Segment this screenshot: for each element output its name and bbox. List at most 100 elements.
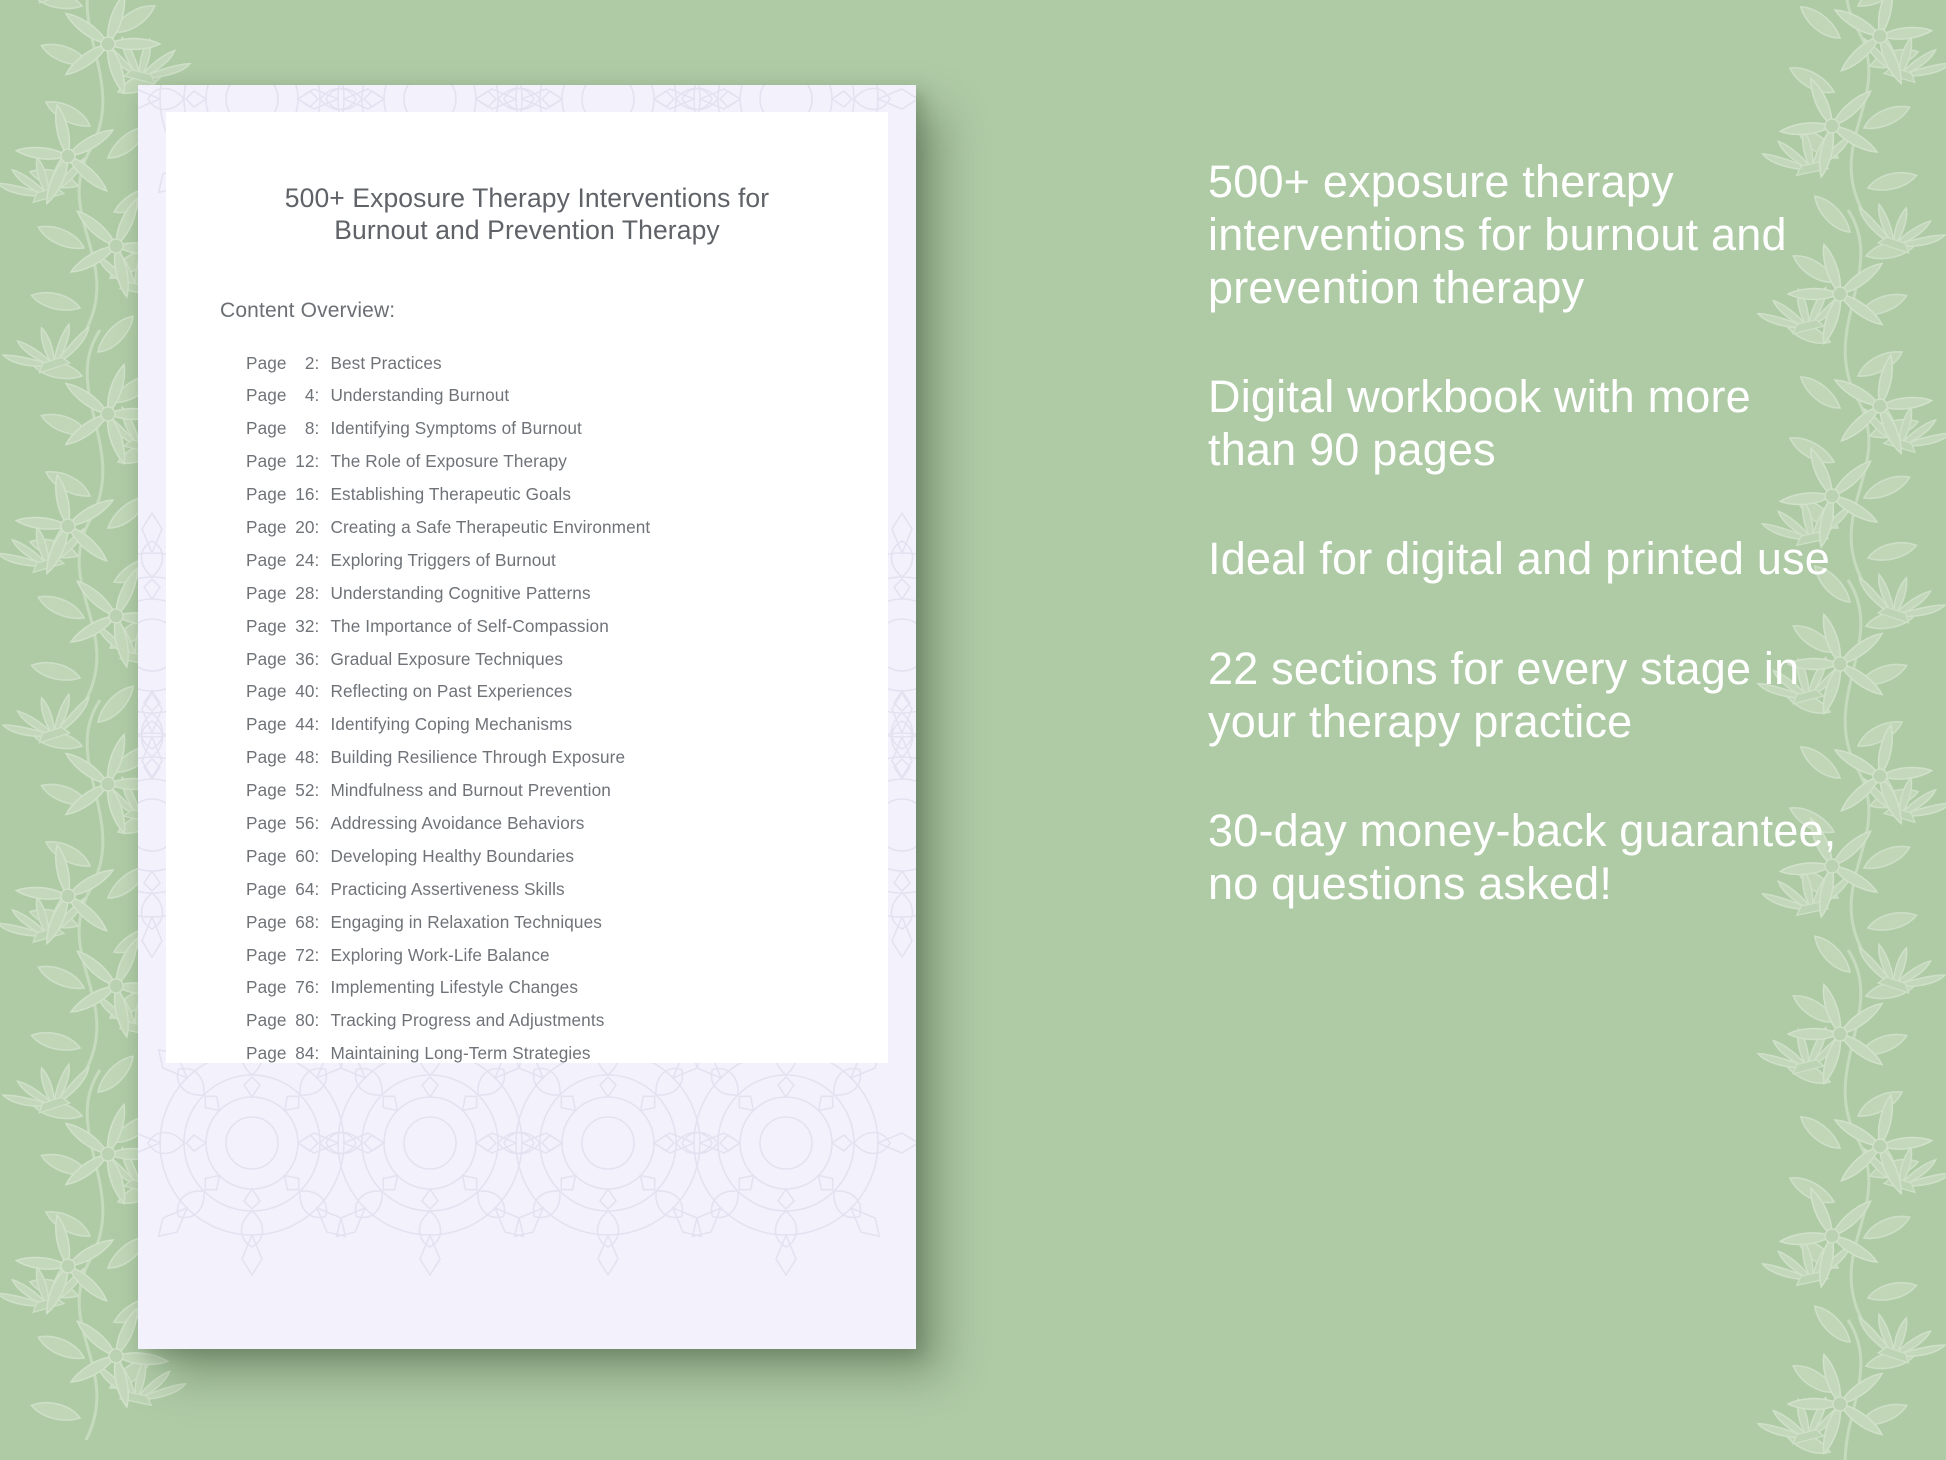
toc-entry: Page 36: Gradual Exposure Techniques [246,643,834,676]
toc-section-title: Identifying Symptoms of Burnout [330,418,582,439]
toc-separator: : [314,681,320,702]
toc-section-title: Understanding Cognitive Patterns [330,582,591,603]
toc-section-title: Addressing Avoidance Behaviors [330,812,585,833]
toc-separator: : [314,812,320,833]
toc-entry: Page 72: Exploring Work-Life Balance [246,939,834,972]
toc-page-number: 24 [295,549,315,570]
toc-page-word: Page [246,516,287,537]
toc-page-word: Page [246,977,287,998]
toc-section-title: Tracking Progress and Adjustments [330,1010,605,1031]
toc-page-number: 12 [295,451,315,472]
toc-page-number: 64 [295,878,315,899]
toc-page-number: 56 [295,812,315,833]
toc-page-word: Page [246,582,287,603]
toc-separator: : [314,747,320,768]
page-title-line-1: 500+ Exposure Therapy Interventions for [284,183,770,213]
toc-page-number: 52 [295,780,315,801]
toc-page-word: Page [246,681,287,702]
toc-entry: Page 24: Exploring Triggers of Burnout [246,544,834,577]
toc-page-number: 72 [295,944,315,965]
toc-separator: : [314,648,320,669]
promo-text-block: 500+ exposure therapy interventions for … [1208,156,1787,314]
toc-separator: : [314,352,320,373]
toc-page-number: 2 [304,352,315,373]
toc-separator: : [314,484,320,505]
toc-separator: : [314,878,320,899]
toc-entry: Page 28: Understanding Cognitive Patterns [246,577,834,610]
toc-page-word: Page [246,1043,287,1063]
toc-page-number: 48 [295,747,315,768]
toc-entry: Page 2: Best Practices [246,347,834,380]
toc-page-number: 16 [295,484,315,505]
toc-separator: : [314,385,320,406]
toc-page-word: Page [246,549,287,570]
promo-copy-list: 500+ exposure therapy interventions for … [1208,155,1848,910]
toc-page-word: Page [246,352,287,373]
page-title-line-2: Burnout and Prevention Therapy [334,215,720,246]
toc-entry: Page 16: Establishing Therapeutic Goals [246,478,834,511]
toc-section-title: The Importance of Self-Compassion [330,615,609,636]
toc-page-number: 84 [295,1043,315,1063]
toc-page-word: Page [246,615,287,636]
toc-page-number: 40 [295,681,315,702]
toc-entry: Page 56: Addressing Avoidance Behaviors [246,807,834,840]
toc-separator: : [314,1010,320,1031]
toc-page-word: Page [246,845,287,866]
toc-section-title: Exploring Triggers of Burnout [330,549,556,570]
toc-separator: : [314,780,320,801]
toc-section-title: Implementing Lifestyle Changes [330,977,579,998]
toc-section-title: Maintaining Long-Term Strategies [330,1043,591,1063]
toc-separator: : [314,977,320,998]
toc-section-title: Establishing Therapeutic Goals [330,484,572,505]
toc-section-title: The Role of Exposure Therapy [330,451,567,472]
toc-separator: : [314,582,320,603]
promo-text-block: Ideal for digital and printed use [1208,533,1831,585]
toc-separator: : [314,516,320,537]
toc-section-title: Best Practices [330,352,442,373]
toc-separator: : [314,845,320,866]
promo-text-block: 30-day money-back guarantee, no question… [1208,804,1837,909]
toc-section-title: Building Resilience Through Exposure [330,747,626,768]
toc-separator: : [314,911,320,932]
workbook-page: 500+ Exposure Therapy Interventions for … [166,112,888,1063]
toc-entry: Page 4: Understanding Burnout [246,380,834,413]
toc-page-word: Page [246,944,287,965]
table-of-contents: Page 2: Best Practices Page 4: Understanding … [246,347,834,1063]
page-title: 500+ Exposure Therapy Interventions for … [236,182,818,247]
content-overview-heading: Content Overview: [220,298,396,322]
toc-entry: Page 8: Identifying Symptoms of Burnout [246,412,834,445]
promo-text-block: Digital workbook with more than 90 pages [1208,371,1751,476]
toc-page-number: 8 [304,418,315,439]
toc-page-word: Page [246,648,287,669]
toc-page-word: Page [246,812,287,833]
toc-page-number: 76 [295,977,315,998]
toc-page-number: 20 [295,516,315,537]
toc-page-number: 36 [295,648,315,669]
toc-page-word: Page [246,747,287,768]
toc-entry: Page 84: Maintaining Long-Term Strategies [246,1037,834,1063]
toc-section-title: Identifying Coping Mechanisms [330,714,573,735]
toc-page-word: Page [246,385,287,406]
toc-separator: : [314,944,320,965]
toc-page-number: 28 [295,582,315,603]
toc-section-title: Gradual Exposure Techniques [330,648,564,669]
toc-page-word: Page [246,451,287,472]
toc-page-number: 32 [295,615,315,636]
toc-section-title: Developing Healthy Boundaries [330,845,575,866]
toc-section-title: Practicing Assertiveness Skills [330,878,565,899]
toc-separator: : [314,549,320,570]
toc-entry: Page 52: Mindfulness and Burnout Preventio… [246,774,834,807]
toc-section-title: Reflecting on Past Experiences [330,681,573,702]
toc-separator: : [314,714,320,735]
toc-page-number: 60 [295,845,315,866]
toc-page-number: 68 [295,911,315,932]
toc-page-word: Page [246,714,287,735]
toc-entry: Page 12: The Role of Exposure Therapy [246,445,834,478]
toc-separator: : [314,615,320,636]
toc-page-number: 44 [295,714,315,735]
toc-separator: : [314,1043,320,1063]
toc-entry: Page 48: Building Resilience Through Expos… [246,741,834,774]
toc-page-number: 80 [295,1010,315,1031]
toc-section-title: Exploring Work-Life Balance [330,944,550,965]
toc-entry: Page 44: Identifying Coping Mechanisms [246,708,834,741]
